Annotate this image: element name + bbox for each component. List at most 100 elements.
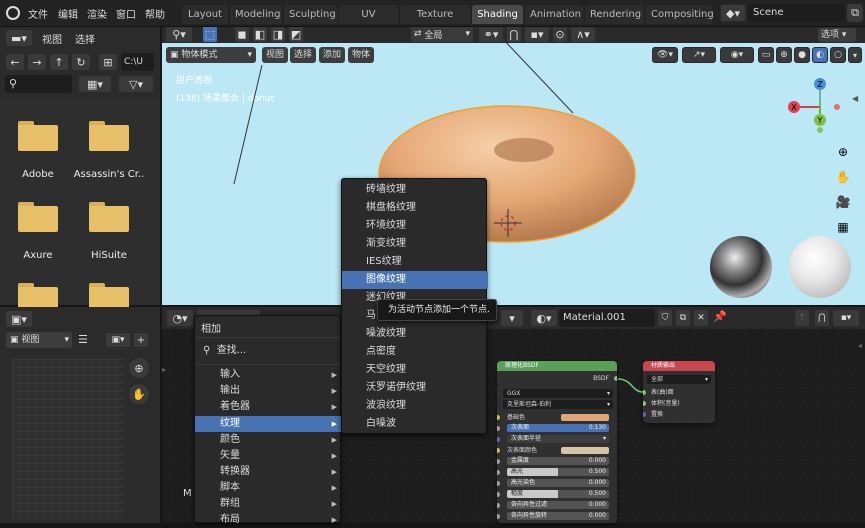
add-menu-converter[interactable]: 转换器 ▶ [195, 464, 342, 480]
texture-item-point-density[interactable]: 点密度 [342, 343, 488, 361]
refresh-icon[interactable]: ↻ [71, 53, 91, 71]
image-view-dropdown[interactable]: ▣ 视图 ▾ [6, 332, 72, 348]
menu-file[interactable]: 文件 [28, 6, 48, 21]
tab-modeling[interactable]: Modeling [230, 5, 282, 24]
editor-type-button[interactable]: ▬▾ [5, 29, 33, 47]
display-mode-icon[interactable]: ▦▾ [78, 75, 112, 93]
surface-input-socket[interactable] [643, 390, 646, 395]
add-menu-shader[interactable]: 着色器 ▶ [195, 399, 342, 415]
menu-edit[interactable]: 编辑 [58, 6, 78, 21]
subsurface-radius-field[interactable]: 次表面半径 ▾ [507, 435, 609, 443]
folder-icon-axure[interactable] [18, 202, 58, 232]
fb-menu-select[interactable]: 选择 [75, 31, 95, 46]
tab-uv-editing[interactable]: UV Editing [339, 5, 398, 39]
input-socket[interactable] [497, 415, 500, 420]
texture-item-environment[interactable]: 环境纹理 [342, 217, 488, 235]
tab-rendering[interactable]: Rendering [585, 5, 644, 24]
subsurface-color-swatch[interactable] [561, 447, 609, 454]
tab-animation[interactable]: Animation [525, 5, 583, 24]
input-socket[interactable] [497, 448, 500, 453]
metallic-field[interactable]: 金属度 0.000 [507, 457, 609, 465]
tab-compositing[interactable]: Compositing [646, 5, 714, 24]
scene-copy-icon[interactable]: ⧉ [847, 4, 863, 22]
input-socket[interactable] [497, 503, 500, 508]
displacement-input-socket[interactable] [643, 412, 646, 417]
texture-item-brick[interactable]: 砖墙纹理 [342, 181, 488, 199]
add-menu-vector[interactable]: 矢量 ▶ [195, 448, 342, 464]
forward-arrow-icon[interactable]: → [27, 53, 47, 71]
folder-label-hisuite[interactable]: HiSuite [69, 250, 149, 261]
output-node-title[interactable]: 材质输出 [643, 361, 715, 371]
tab-texture-paint[interactable]: Texture Paint [400, 5, 470, 39]
folder-label-adobe[interactable]: Adobe [0, 169, 78, 180]
base-color-swatch[interactable] [561, 414, 609, 421]
grid-perspective-icon[interactable]: ▦ [833, 217, 853, 237]
menu-help[interactable]: 帮助 [145, 6, 165, 21]
add-menu-search[interactable]: ⚲ 查找... [195, 343, 342, 359]
tab-shading[interactable]: Shading [472, 5, 523, 24]
sidebar-toggle-icon[interactable]: ◀ [852, 94, 862, 108]
folder-label-assassins[interactable]: Assassin's Cr.. [69, 169, 149, 180]
scene-selector-button[interactable]: ◆▾ [720, 4, 746, 22]
menu-window[interactable]: 窗口 [116, 6, 136, 21]
add-menu-input[interactable]: 输入 ▶ [195, 367, 342, 383]
add-menu-output[interactable]: 输出 ▶ [195, 383, 342, 399]
folder-icon-assassins[interactable] [89, 121, 129, 151]
zoom-icon[interactable]: ⊕ [833, 142, 853, 162]
scene-name-field[interactable]: Scene [748, 4, 845, 22]
anisotropic-rotation-field[interactable]: 各向异性旋转 0.000 [507, 512, 609, 520]
back-arrow-icon[interactable]: ← [5, 53, 25, 71]
search-input[interactable]: ⚲ [5, 75, 72, 93]
subsurface-field[interactable]: 次表面 0.130 [507, 424, 609, 432]
texture-item-image[interactable]: 图像纹理 [342, 271, 488, 289]
texture-item-white-noise[interactable]: 白噪波 [342, 415, 488, 433]
image-pan-hand-icon[interactable]: ✋ [128, 383, 150, 405]
tab-sculpting[interactable]: Sculpting [284, 5, 337, 24]
input-socket[interactable] [497, 470, 500, 475]
pan-hand-icon[interactable]: ✋ [833, 167, 853, 187]
hamburger-menu-icon[interactable]: ☰ [78, 332, 92, 348]
anisotropic-field[interactable]: 各向异性过滤 0.000 [507, 501, 609, 509]
input-socket[interactable] [497, 426, 500, 431]
image-editor-type-icon[interactable]: ▣▾ [5, 310, 33, 328]
texture-item-gradient[interactable]: 渐变纹理 [342, 235, 488, 253]
image-canvas[interactable] [12, 359, 124, 519]
subsurface-method-dropdown[interactable]: 克里斯坦森-伯利 ▾ [503, 400, 613, 409]
path-field[interactable]: C:\U [121, 53, 154, 71]
output-target-dropdown[interactable]: 全部 ▾ [647, 375, 711, 384]
distribution-dropdown[interactable]: GGX ▾ [503, 389, 613, 398]
input-socket[interactable] [497, 437, 500, 442]
3d-viewport[interactable]: ⚲▾ ⬚ ◼ ◧ ◨ ◩ ⇄ 全局 ▾ ⚭▾ ⋂ ▪▾ ⊙ ∧▾ 选项 ▾ ▣ 物… [162, 27, 865, 305]
bsdf-output-socket[interactable] [614, 376, 617, 381]
image-zoom-icon[interactable]: ⊕ [128, 357, 150, 379]
texture-item-wave[interactable]: 波浪纹理 [342, 397, 488, 415]
texture-item-sky[interactable]: 天空纹理 [342, 361, 488, 379]
add-menu-script[interactable]: 脚本 ▶ [195, 480, 342, 496]
texture-item-ies[interactable]: IES纹理 [342, 253, 488, 271]
parent-directory-icon[interactable]: ↑ [49, 53, 69, 71]
input-socket[interactable] [497, 492, 500, 497]
add-menu-texture[interactable]: 纹理 ▶ [195, 416, 342, 432]
filter-icon[interactable]: ▽▾ [118, 75, 154, 93]
material-output-node[interactable]: 材质输出 全部 ▾ 表(曲)面 体积(音量) 置换 [643, 361, 715, 423]
tab-layout[interactable]: Layout [182, 5, 228, 24]
texture-item-voronoi[interactable]: 沃罗诺伊纹理 [342, 379, 488, 397]
menu-render[interactable]: 渲染 [87, 6, 107, 21]
blender-logo-icon[interactable] [6, 6, 20, 20]
specular-tint-field[interactable]: 高光染色 0.000 [507, 479, 609, 487]
principled-bsdf-node[interactable]: 原理化BSDF BSDF GGX ▾ 克里斯坦森-伯利 ▾ 基础色 次表面 0.130… [497, 361, 617, 523]
folder-icon-hisuite[interactable] [89, 202, 129, 232]
principled-node-title[interactable]: 原理化BSDF [497, 361, 617, 371]
roughness-field[interactable]: 糙度 0.500 [507, 490, 609, 498]
specular-field[interactable]: 高光 0.500 [507, 468, 609, 476]
add-menu-color[interactable]: 颜色 ▶ [195, 432, 342, 448]
texture-item-noise[interactable]: 噪波纹理 [342, 325, 488, 343]
fb-menu-view[interactable]: 视图 [42, 31, 62, 46]
add-menu-group[interactable]: 群组 ▶ [195, 496, 342, 512]
volume-input-socket[interactable] [643, 401, 646, 406]
input-socket[interactable] [497, 514, 500, 519]
new-image-icon[interactable]: + [133, 332, 149, 348]
folder-label-axure[interactable]: Axure [0, 250, 78, 261]
new-folder-icon[interactable]: ⊞ [98, 53, 118, 71]
input-socket[interactable] [497, 481, 500, 486]
